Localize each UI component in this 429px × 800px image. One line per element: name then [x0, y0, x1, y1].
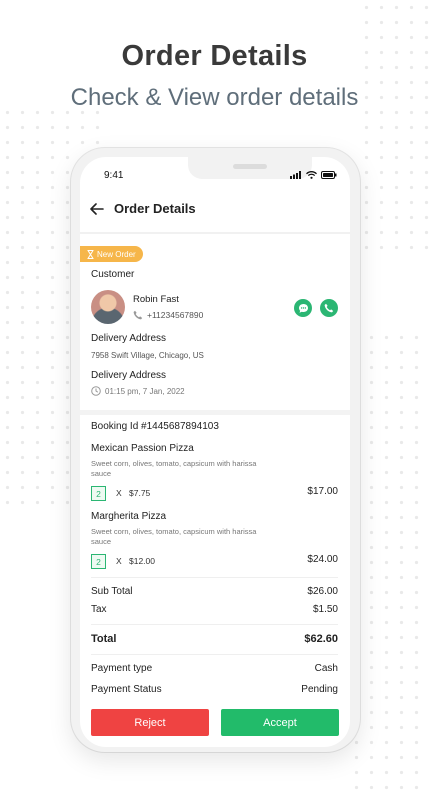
status-badge: New Order [80, 246, 143, 262]
item-total: $17.00 [307, 486, 338, 497]
item-description: Sweet corn, olives, tomato, capsicum wit… [91, 527, 257, 546]
item-description: Sweet corn, olives, tomato, capsicum wit… [91, 459, 257, 478]
subtotal-label: Sub Total [91, 586, 133, 597]
call-button[interactable] [320, 299, 338, 317]
hero-subtitle: Check & View order details [70, 84, 359, 111]
page-title: Order Details [114, 201, 196, 216]
item-name: Margherita Pizza [91, 511, 167, 522]
decorative-dots-top-right [359, 0, 429, 260]
divider [91, 577, 338, 578]
delivery-time-label: Delivery Address [91, 370, 167, 381]
customer-name: Robin Fast [133, 294, 179, 305]
delivery-time-value: 01:15 pm, 7 Jan, 2022 [105, 386, 185, 396]
hero-title: Order Details [121, 40, 308, 72]
signal-icon [290, 171, 301, 179]
payment-type-value: Cash [314, 663, 338, 674]
delivery-address-label: Delivery Address [91, 333, 167, 344]
back-arrow-icon[interactable] [90, 202, 104, 215]
item-name: Mexican Passion Pizza [91, 443, 194, 454]
reject-button[interactable]: Reject [91, 709, 209, 736]
item-times: X [116, 488, 122, 498]
wifi-icon [306, 171, 317, 179]
delivery-time: 01:15 pm, 7 Jan, 2022 [91, 386, 185, 396]
customer-phone-number: +11234567890 [147, 310, 204, 320]
avatar [91, 290, 125, 324]
delivery-address: 7958 Swift Village, Chicago, US [91, 351, 204, 360]
app-bar: Order Details [90, 201, 196, 216]
status-time: 9:41 [104, 170, 124, 181]
status-icons [290, 171, 337, 179]
item-times: X [116, 556, 122, 566]
booking-id: Booking Id #1445687894103 [91, 421, 219, 432]
call-icon [324, 303, 334, 313]
app-bar-divider [80, 232, 350, 234]
decorative-dots-bottom-right [349, 330, 429, 800]
divider [91, 654, 338, 655]
item-quantity: 2 [91, 486, 106, 501]
phone-screen: 9:41 Order Details New Order Customer Ro… [80, 157, 350, 747]
item-unit-price: $7.75 [129, 488, 151, 498]
total-value: $62.60 [304, 633, 338, 645]
payment-type-label: Payment type [91, 663, 153, 674]
chat-button[interactable] [294, 299, 312, 317]
tax-value: $1.50 [312, 604, 338, 615]
item-unit-price: $12.00 [129, 556, 155, 566]
clock-icon [91, 386, 101, 396]
divider [91, 624, 338, 625]
status-badge-label: New Order [97, 249, 136, 259]
payment-status-value: Pending [301, 684, 338, 695]
customer-phone: +11234567890 [133, 310, 203, 320]
chat-icon [298, 303, 308, 313]
item-quantity: 2 [91, 554, 106, 569]
hourglass-icon [87, 249, 94, 259]
phone-icon [133, 310, 143, 320]
subtotal-value: $26.00 [307, 586, 338, 597]
battery-icon [321, 171, 337, 179]
total-label: Total [91, 633, 117, 645]
speaker [233, 164, 267, 169]
customer-label: Customer [91, 269, 135, 280]
section-divider [80, 410, 350, 415]
payment-status-label: Payment Status [91, 684, 162, 695]
item-total: $24.00 [307, 554, 338, 565]
tax-label: Tax [91, 604, 107, 615]
accept-button[interactable]: Accept [221, 709, 339, 736]
